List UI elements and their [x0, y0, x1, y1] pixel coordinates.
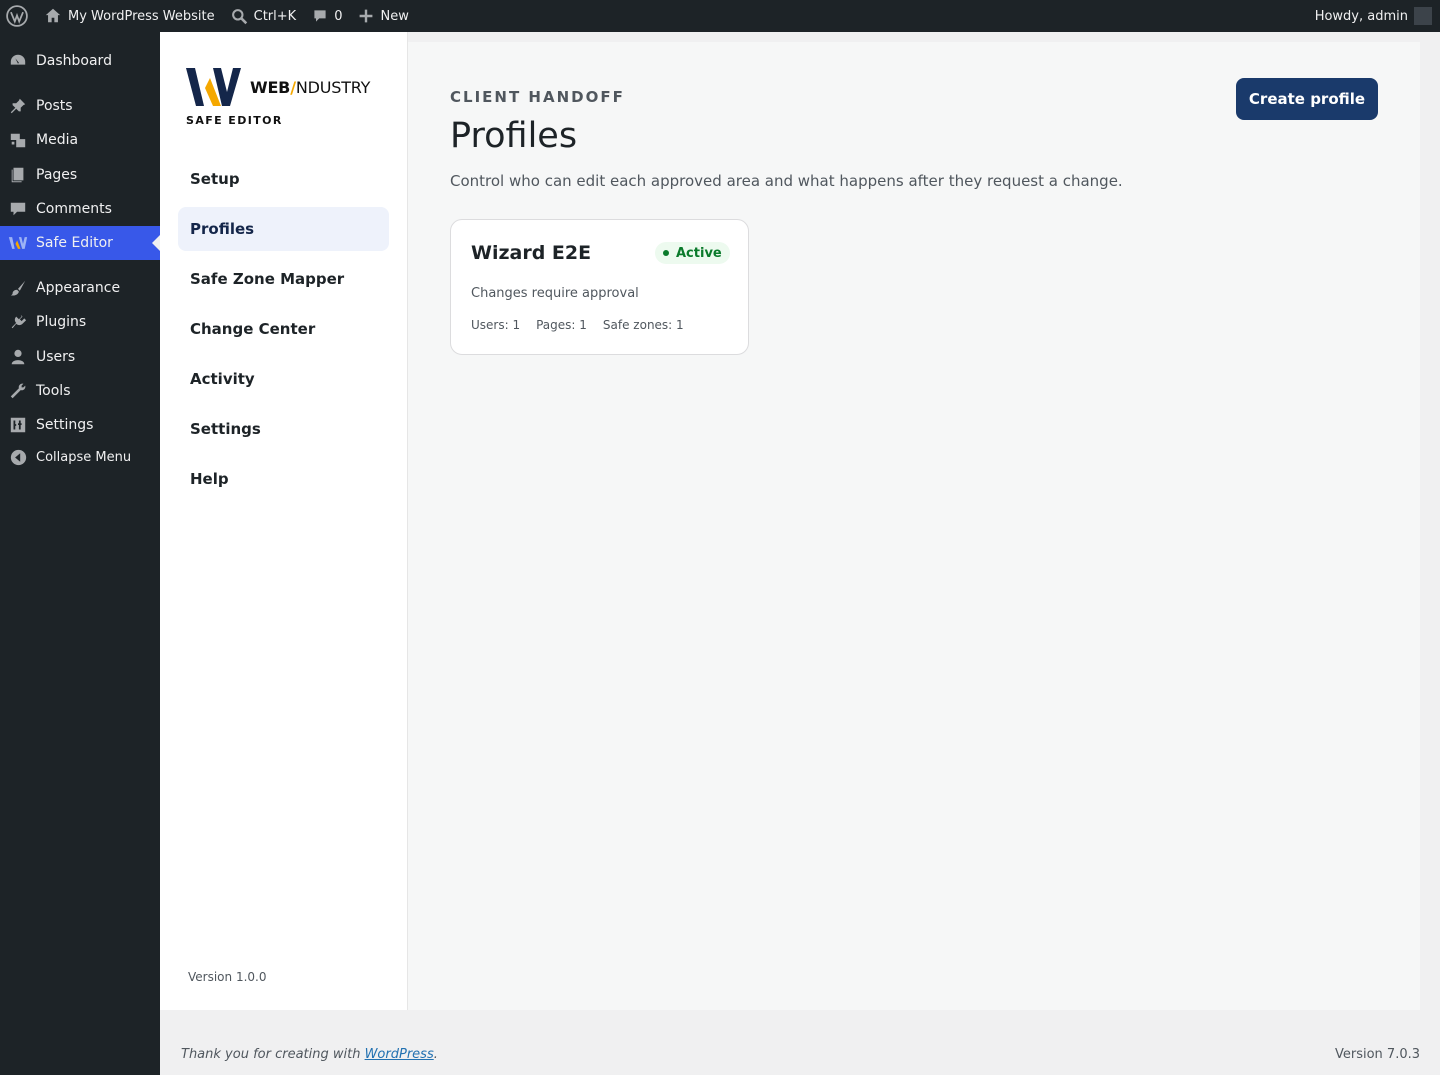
pages-icon [11, 167, 24, 183]
menu-label-comments: Comments [36, 201, 112, 217]
plugin-nav-activity[interactable]: Activity [178, 357, 389, 401]
safe-editor-logo-icon [8, 237, 28, 249]
site-name: My WordPress Website [68, 8, 215, 24]
menu-label-tools: Tools [36, 383, 71, 399]
menu-label-dashboard: Dashboard [36, 53, 112, 69]
menu-item-users[interactable]: Users [0, 340, 160, 374]
menu-item-media[interactable]: Media [0, 123, 160, 157]
menu-label-settings: Settings [36, 417, 94, 433]
dashboard-icon [10, 54, 26, 65]
profile-stats: Users: 1 Pages: 1 Safe zones: 1 [471, 318, 700, 332]
main-content: CLIENT HANDOFF Profiles Control who can … [408, 42, 1420, 1010]
menu-item-safe-editor[interactable]: Safe Editor [0, 226, 160, 260]
status-dot-icon [663, 250, 669, 256]
wrench-icon [10, 383, 26, 399]
brush-icon [10, 280, 26, 296]
comment-icon [314, 10, 326, 22]
menu-item-plugins[interactable]: Plugins [0, 305, 160, 339]
menu-label-safe-editor: Safe Editor [36, 235, 113, 251]
footer-thanks: Thank you for creating with WordPress. [181, 1047, 438, 1062]
comment-bubble-icon [10, 202, 26, 216]
menu-label-users: Users [36, 349, 76, 365]
brand-name-rest: NDUSTRY [295, 77, 371, 97]
wordpress-logo-icon [6, 5, 28, 27]
menu-label-plugins: Plugins [36, 314, 87, 330]
menu-item-tools[interactable]: Tools [0, 374, 160, 408]
menu-item-appearance[interactable]: Appearance [0, 271, 160, 305]
plugin-nav-setup[interactable]: Setup [178, 157, 389, 201]
comments-count: 0 [334, 8, 343, 24]
menu-item-pages[interactable]: Pages [0, 158, 160, 192]
collapse-menu-label: Collapse Menu [36, 449, 132, 465]
wp-version: Version 7.0.3 [1334, 1047, 1420, 1062]
brand-wordmark: WEB/NDUSTRY [250, 78, 370, 97]
comments-link[interactable]: 0 [304, 0, 350, 32]
menu-item-comments[interactable]: Comments [0, 192, 160, 226]
plugin-nav-change-center[interactable]: Change Center [178, 307, 389, 351]
home-icon [45, 8, 61, 23]
plugin-version: Version 1.0.0 [188, 970, 267, 984]
admin-footer: Thank you for creating with WordPress. V… [160, 1010, 1440, 1075]
collapse-arrow-icon [10, 449, 26, 465]
profile-users-count: Users: 1 [471, 318, 521, 332]
menu-label-media: Media [36, 132, 79, 148]
user-icon [11, 349, 25, 365]
profile-pages-count: Pages: 1 [536, 318, 587, 332]
site-name-link[interactable]: My WordPress Website [36, 0, 223, 32]
admin-bar: My WordPress Website Ctrl+K 0 New Howdy,… [0, 0, 1440, 32]
plugin-nav-help[interactable]: Help [178, 457, 389, 501]
search-shortcut: Ctrl+K [253, 8, 297, 24]
status-label: Active [676, 245, 722, 261]
pin-icon [10, 98, 26, 114]
settings-sliders-icon [10, 417, 26, 433]
plugin-nav-profiles[interactable]: Profiles [178, 207, 389, 251]
footer-thanks-prefix: Thank you for creating with [181, 1047, 365, 1062]
create-profile-button[interactable]: Create profile [1236, 78, 1378, 120]
status-badge: Active [655, 242, 730, 264]
brand-logo: WEB/NDUSTRY SAFE EDITOR [186, 66, 370, 127]
brand-name-bold: WEB [250, 77, 291, 97]
footer-thanks-suffix: . [433, 1047, 438, 1062]
menu-item-posts[interactable]: Posts [0, 89, 160, 123]
howdy-text: Howdy, admin [1314, 8, 1408, 24]
page-eyebrow: CLIENT HANDOFF [450, 88, 625, 106]
webindustry-logo-icon [186, 68, 241, 106]
command-palette-button[interactable]: Ctrl+K [223, 0, 305, 32]
brand-subtitle: SAFE EDITOR [186, 114, 283, 127]
new-label: New [380, 8, 409, 24]
plugin-nav-safe-zone-mapper[interactable]: Safe Zone Mapper [178, 257, 389, 301]
collapse-menu-button[interactable]: Collapse Menu [0, 440, 160, 474]
media-icon [10, 133, 26, 148]
wp-logo-button[interactable] [0, 0, 36, 32]
plugin-icon [11, 314, 27, 329]
menu-label-appearance: Appearance [36, 280, 121, 296]
menu-label-pages: Pages [36, 167, 78, 183]
menu-item-settings[interactable]: Settings [0, 408, 160, 442]
page-description: Control who can edit each approved area … [450, 172, 1123, 190]
new-content-button[interactable]: New [350, 0, 416, 32]
plugin-nav-settings[interactable]: Settings [178, 407, 389, 451]
admin-menu: Dashboard Posts Media Pages Comments Saf… [0, 32, 160, 1075]
search-icon [231, 8, 247, 24]
profile-name: Wizard E2E [471, 242, 592, 264]
wordpress-link[interactable]: WordPress [365, 1047, 434, 1062]
avatar [1414, 7, 1432, 25]
plugin-sidebar: WEB/NDUSTRY SAFE EDITOR Setup Profiles S… [160, 32, 408, 1010]
menu-label-posts: Posts [36, 98, 73, 114]
menu-item-dashboard[interactable]: Dashboard [0, 44, 160, 78]
plus-icon [360, 9, 373, 23]
profile-mode: Changes require approval [471, 286, 639, 301]
page-title: Profiles [450, 116, 578, 156]
profile-card[interactable]: Wizard E2E Active Changes require approv… [450, 219, 749, 355]
profile-safe-zones-count: Safe zones: 1 [602, 318, 684, 332]
my-account-button[interactable]: Howdy, admin [1315, 0, 1440, 32]
